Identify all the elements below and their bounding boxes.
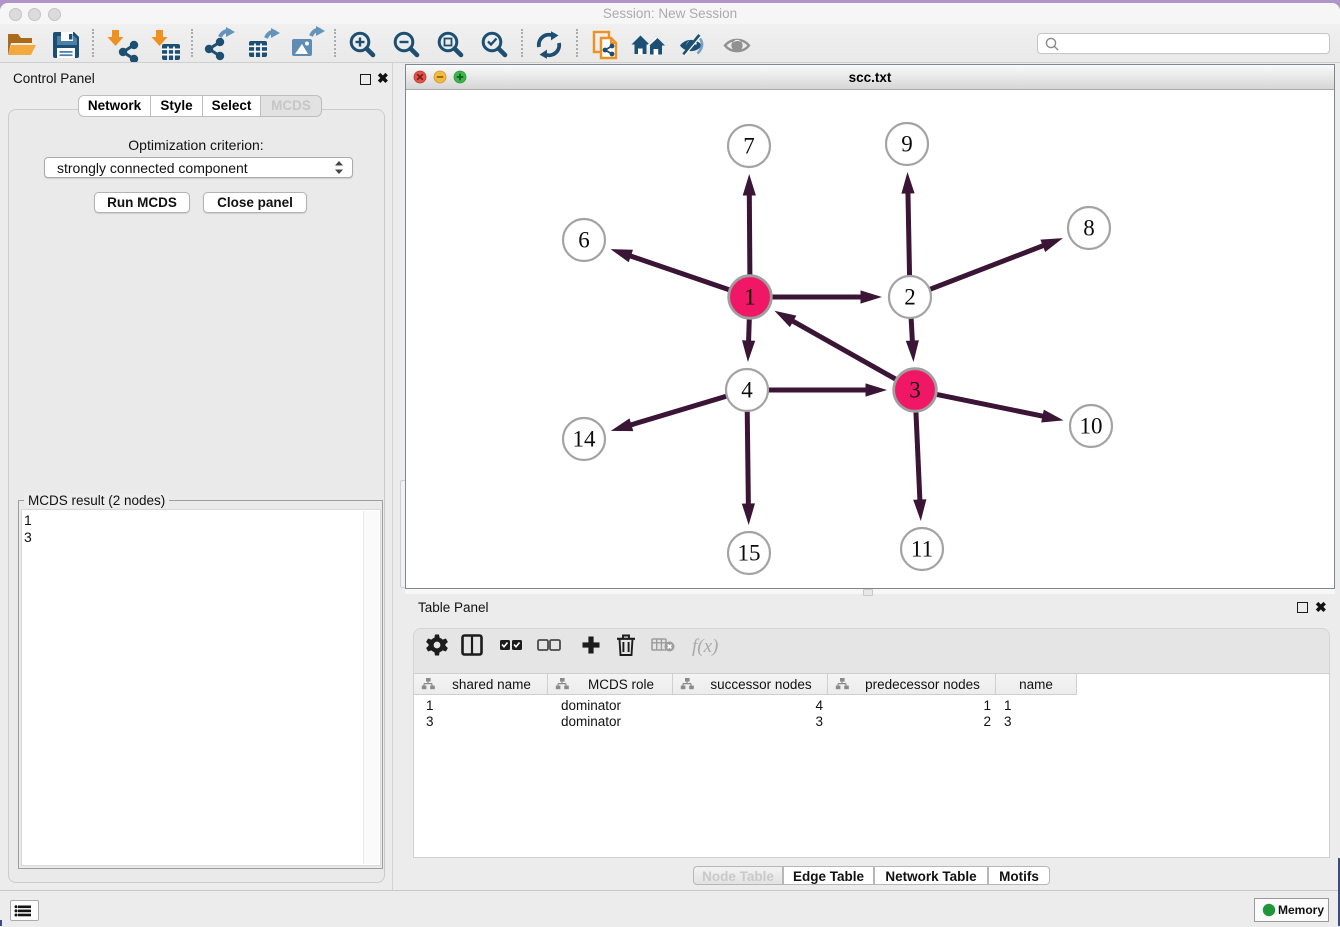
svg-text:2: 2 [904,285,916,310]
svg-text:7: 7 [743,134,755,159]
svg-text:3: 3 [909,378,921,403]
svg-text:10: 10 [1080,414,1103,439]
svg-text:15: 15 [738,541,761,566]
svg-text:11: 11 [911,537,933,562]
svg-text:f(x): f(x) [692,636,718,657]
svg-text:1: 1 [744,285,756,310]
svg-text:4: 4 [741,378,753,403]
svg-text:9: 9 [901,132,913,157]
svg-text:14: 14 [573,427,597,452]
svg-text:8: 8 [1083,216,1095,241]
svg-text:6: 6 [578,228,590,253]
